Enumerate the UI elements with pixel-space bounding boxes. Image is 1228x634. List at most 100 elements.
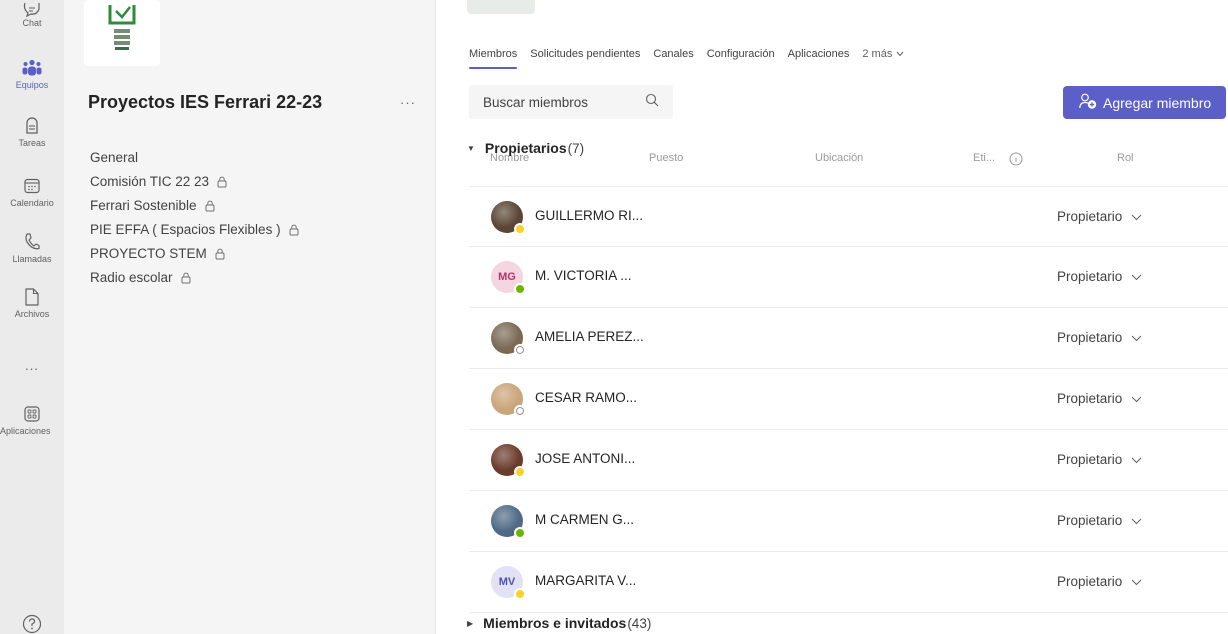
tab-bar: Miembros Solicitudes pendientes Canales Con… xyxy=(469,48,917,70)
role-dropdown[interactable]: Propietario xyxy=(1057,452,1142,467)
presence-away-icon xyxy=(514,223,526,235)
tab-more[interactable]: 2 más xyxy=(862,48,904,70)
rail-calls[interactable]: Llamadas xyxy=(0,232,64,264)
role-dropdown[interactable]: Propietario xyxy=(1057,209,1142,224)
role-label: Propietario xyxy=(1057,330,1123,345)
channel-item[interactable]: Ferrari Sostenible xyxy=(90,194,299,218)
rail-teams[interactable]: Equipos xyxy=(0,58,64,90)
chevron-down-icon xyxy=(1131,330,1142,345)
lock-icon xyxy=(217,176,227,188)
table-row[interactable]: AMELIA PEREZ... Propietario xyxy=(469,308,1228,369)
lock-icon xyxy=(289,224,299,236)
members-section-header[interactable]: ▶ Miembros e invitados (43) xyxy=(467,615,651,631)
lock-icon xyxy=(181,272,191,284)
team-name: Proyectos IES Ferrari 22-23 xyxy=(88,92,323,112)
search-icon xyxy=(645,93,659,112)
rail-more[interactable]: ... xyxy=(0,356,64,373)
column-header-tags[interactable]: Eti... xyxy=(973,152,995,164)
rail-assignments[interactable]: Tareas xyxy=(0,116,64,148)
caret-right-icon: ▶ xyxy=(467,618,474,628)
caret-down-icon: ▼ xyxy=(467,143,475,153)
info-icon[interactable] xyxy=(1009,152,1023,166)
channel-name: Comisión TIC 22 23 xyxy=(90,174,210,189)
chevron-down-icon xyxy=(1131,574,1142,589)
rail-files-label: Archivos xyxy=(14,309,50,319)
avatar xyxy=(491,201,526,235)
members-title: Miembros e invitados xyxy=(483,615,627,631)
role-dropdown[interactable]: Propietario xyxy=(1057,391,1142,406)
avatar xyxy=(491,505,526,539)
avatar xyxy=(491,383,526,417)
avatar xyxy=(491,322,526,356)
add-member-button[interactable]: Agregar miembro xyxy=(1063,86,1226,119)
role-dropdown[interactable]: Propietario xyxy=(1057,574,1142,589)
role-label: Propietario xyxy=(1057,269,1123,284)
tab-label: Canales xyxy=(653,48,694,60)
presence-available-icon xyxy=(514,527,526,539)
members-count: (43) xyxy=(627,615,652,631)
rail-apps[interactable]: Aplicaciones xyxy=(0,404,64,436)
presence-offline-icon xyxy=(514,405,526,417)
channel-item[interactable]: PIE EFFA ( Espacios Flexibles ) xyxy=(90,218,299,242)
tab-solicitudes-pendientes[interactable]: Solicitudes pendientes xyxy=(530,48,640,70)
rail-chat[interactable]: Chat xyxy=(0,0,64,28)
chat-icon xyxy=(22,0,42,20)
chevron-down-icon xyxy=(1131,391,1142,406)
table-row[interactable]: M CARMEN G... Propietario xyxy=(469,491,1228,552)
tab-label: Miembros xyxy=(469,48,518,60)
owners-title: Propietarios xyxy=(484,140,567,156)
team-members-page: Miembros Solicitudes pendientes Canales Con… xyxy=(437,0,1228,634)
team-logo xyxy=(84,0,160,66)
channel-item[interactable]: Radio escolar xyxy=(90,266,299,290)
rail-calendar[interactable]: Calendario xyxy=(0,176,64,208)
help-icon[interactable] xyxy=(22,614,42,634)
rail-assignments-label: Tareas xyxy=(18,138,46,148)
tab-miembros[interactable]: Miembros xyxy=(469,48,518,70)
table-row[interactable]: MV MARGARITA V... Propietario xyxy=(469,552,1228,613)
team-more-options-icon[interactable]: ··· xyxy=(400,95,416,110)
teams-icon xyxy=(22,58,42,78)
table-row[interactable]: CESAR RAMO... Propietario xyxy=(469,369,1228,430)
rail-teams-label: Equipos xyxy=(15,80,49,90)
apps-icon xyxy=(22,404,42,424)
table-row[interactable]: JOSE ANTONI... Propietario xyxy=(469,430,1228,491)
tab-canales[interactable]: Canales xyxy=(653,48,693,70)
more-icon: ... xyxy=(25,358,39,373)
role-dropdown[interactable]: Propietario xyxy=(1057,269,1142,284)
column-header-role[interactable]: Rol xyxy=(1117,152,1134,164)
files-icon xyxy=(22,287,42,307)
channel-name: General xyxy=(90,150,139,165)
avatar: MV xyxy=(491,566,526,600)
column-header-title[interactable]: Puesto xyxy=(649,152,683,164)
tab-label: Configuración xyxy=(706,48,775,60)
member-name: M CARMEN G... xyxy=(535,512,635,527)
team-panel: Proyectos IES Ferrari 22-23 ··· General C… xyxy=(64,0,436,634)
table-row[interactable]: GUILLERMO RI... Propietario xyxy=(469,186,1228,247)
avatar: MG xyxy=(491,261,526,295)
channel-item[interactable]: General xyxy=(90,146,299,170)
chevron-down-icon xyxy=(1131,513,1142,528)
column-header-location[interactable]: Ubicación xyxy=(815,152,863,164)
role-dropdown[interactable]: Propietario xyxy=(1057,330,1142,345)
chevron-down-icon xyxy=(1131,269,1142,284)
search-members-box[interactable] xyxy=(469,85,673,119)
calls-icon xyxy=(22,232,42,252)
table-row[interactable]: MG M. VICTORIA ... Propietario xyxy=(469,247,1228,308)
channel-name: PROYECTO STEM xyxy=(90,246,207,261)
role-dropdown[interactable]: Propietario xyxy=(1057,513,1142,528)
channel-item[interactable]: PROYECTO STEM xyxy=(90,242,299,266)
member-name: GUILLERMO RI... xyxy=(535,208,644,223)
owners-section-header[interactable]: ▼ Propietarios (7) xyxy=(467,140,584,156)
rail-files[interactable]: Archivos xyxy=(0,287,64,319)
app-rail: Chat Equipos Tareas Calendario Llamadas … xyxy=(0,0,64,634)
channel-item[interactable]: Comisión TIC 22 23 xyxy=(90,170,299,194)
team-header-thumbnail xyxy=(467,0,535,14)
tab-aplicaciones[interactable]: Aplicaciones xyxy=(788,48,850,70)
search-input[interactable] xyxy=(483,94,633,110)
role-label: Propietario xyxy=(1057,574,1123,589)
tab-configuración[interactable]: Configuración xyxy=(707,48,775,70)
member-name: JOSE ANTONI... xyxy=(535,451,636,466)
member-name: CESAR RAMO... xyxy=(535,390,638,405)
rail-chat-label: Chat xyxy=(22,18,42,28)
channel-list: General Comisión TIC 22 23 Ferrari Sosteni… xyxy=(90,146,299,290)
